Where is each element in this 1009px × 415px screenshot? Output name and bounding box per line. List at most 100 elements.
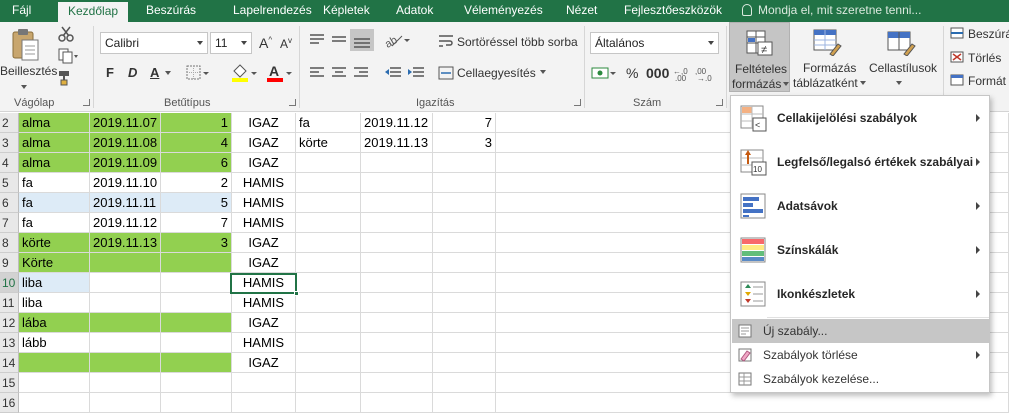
menu-item-highlight-cells-rules[interactable]: < Cellakijelölési szabályok: [732, 96, 990, 140]
cell-D6[interactable]: HAMIS: [232, 193, 296, 213]
cell-E2[interactable]: fa: [296, 113, 361, 133]
italic-button[interactable]: D: [128, 65, 137, 80]
cell-G4[interactable]: [433, 153, 496, 173]
cell-A16[interactable]: [19, 393, 90, 413]
cell-C14[interactable]: [161, 353, 232, 373]
cell-C6[interactable]: 5: [161, 193, 232, 213]
cell-C2[interactable]: 1: [161, 113, 232, 133]
font-color-icon[interactable]: A: [266, 63, 292, 83]
cell-C3[interactable]: 4: [161, 133, 232, 153]
cell-B11[interactable]: [90, 293, 161, 313]
wrap-text-button[interactable]: Sortöréssel több sorba: [457, 35, 578, 49]
row-header[interactable]: 11: [0, 293, 19, 313]
format-as-table-label-1[interactable]: Formázás: [803, 61, 856, 75]
cell-F7[interactable]: [361, 213, 433, 233]
cell-A13[interactable]: lább: [19, 333, 90, 353]
cell-D5[interactable]: HAMIS: [232, 173, 296, 193]
tab-file[interactable]: Fájl: [12, 0, 31, 22]
decrease-decimal-icon[interactable]: ,00 →,0: [695, 65, 715, 83]
cell-E15[interactable]: [296, 373, 361, 393]
row-header[interactable]: 8: [0, 233, 19, 253]
cell-B13[interactable]: [90, 333, 161, 353]
cell-G8[interactable]: [433, 233, 496, 253]
cell-G5[interactable]: [433, 173, 496, 193]
cell-D16[interactable]: [232, 393, 296, 413]
cell-D11[interactable]: HAMIS: [232, 293, 296, 313]
cell-E8[interactable]: [296, 233, 361, 253]
cell-D13[interactable]: HAMIS: [232, 333, 296, 353]
align-right-icon[interactable]: [353, 66, 369, 80]
cell-C8[interactable]: 3: [161, 233, 232, 253]
row-header[interactable]: 13: [0, 333, 19, 353]
row-header[interactable]: 12: [0, 313, 19, 333]
cell-A12[interactable]: lába: [19, 313, 90, 333]
format-cells-button[interactable]: Formát: [968, 74, 1006, 88]
tab-home[interactable]: Kezdőlap: [58, 0, 129, 22]
fill-color-icon[interactable]: [231, 63, 257, 83]
increase-font-icon[interactable]: A^: [259, 35, 272, 51]
font-name-combo[interactable]: Calibri: [100, 32, 208, 54]
cell-D2[interactable]: IGAZ: [232, 113, 296, 133]
cell-styles-dropdown-icon[interactable]: [894, 76, 902, 90]
cell-F14[interactable]: [361, 353, 433, 373]
cell-C4[interactable]: 6: [161, 153, 232, 173]
cell-C10[interactable]: [161, 273, 232, 293]
row-header[interactable]: 2: [0, 113, 19, 133]
number-launcher-icon[interactable]: [716, 99, 723, 106]
cell-E14[interactable]: [296, 353, 361, 373]
conditional-formatting-button[interactable]: ≠ Feltételes formázás: [729, 22, 790, 92]
row-header[interactable]: 10: [0, 273, 19, 293]
cell-G16[interactable]: [433, 393, 496, 413]
cell-F11[interactable]: [361, 293, 433, 313]
number-format-combo[interactable]: Általános: [590, 32, 719, 54]
format-painter-icon[interactable]: [58, 70, 74, 86]
cell-C7[interactable]: 7: [161, 213, 232, 233]
paste-dropdown-icon[interactable]: [19, 80, 27, 94]
cell-B3[interactable]: 2019.11.08: [90, 133, 161, 153]
cell-C13[interactable]: [161, 333, 232, 353]
cell-C11[interactable]: [161, 293, 232, 313]
insert-cells-button[interactable]: Beszúrá: [968, 27, 1009, 41]
tab-data[interactable]: Adatok: [396, 0, 433, 22]
cell-styles-icon[interactable]: [886, 28, 916, 57]
menu-item-clear-rules[interactable]: Szabályok törlése: [732, 343, 990, 367]
cell-C9[interactable]: [161, 253, 232, 273]
align-center-icon[interactable]: [331, 66, 347, 80]
cell-C15[interactable]: [161, 373, 232, 393]
cell-G13[interactable]: [433, 333, 496, 353]
cell-F9[interactable]: [361, 253, 433, 273]
tab-review[interactable]: Véleményezés: [464, 0, 543, 22]
increase-indent-icon[interactable]: [407, 66, 425, 80]
menu-item-new-rule[interactable]: Új szabály...: [732, 319, 990, 343]
tab-formulas[interactable]: Képletek: [323, 0, 370, 22]
percent-icon[interactable]: %: [626, 65, 638, 81]
underline-button[interactable]: A: [150, 65, 159, 80]
cell-F8[interactable]: [361, 233, 433, 253]
cell-F16[interactable]: [361, 393, 433, 413]
cell-E7[interactable]: [296, 213, 361, 233]
paste-button[interactable]: Beillesztés: [0, 64, 57, 78]
cell-G14[interactable]: [433, 353, 496, 373]
fill-handle[interactable]: [294, 291, 299, 296]
cell-F4[interactable]: [361, 153, 433, 173]
cell-D14[interactable]: IGAZ: [232, 353, 296, 373]
clipboard-launcher-icon[interactable]: [83, 99, 90, 106]
decrease-indent-icon[interactable]: [384, 66, 402, 80]
cell-E12[interactable]: [296, 313, 361, 333]
merge-cells-button[interactable]: Cellaegyesítés: [457, 66, 536, 80]
format-as-table-label-2[interactable]: táblázatként: [793, 76, 866, 90]
cell-E13[interactable]: [296, 333, 361, 353]
cell-F6[interactable]: [361, 193, 433, 213]
tell-me-search[interactable]: Mondja el, mit szeretne tenni...: [742, 0, 921, 22]
cell-A4[interactable]: alma: [19, 153, 90, 173]
cell-B9[interactable]: [90, 253, 161, 273]
underline-dropdown-icon[interactable]: [163, 66, 171, 80]
cell-A15[interactable]: [19, 373, 90, 393]
cell-A2[interactable]: alma: [19, 113, 90, 133]
align-bottom-icon[interactable]: [350, 29, 374, 51]
currency-icon[interactable]: [591, 65, 617, 81]
cell-A5[interactable]: fa: [19, 173, 90, 193]
increase-decimal-icon[interactable]: ←,0,00: [673, 65, 693, 83]
cell-D8[interactable]: IGAZ: [232, 233, 296, 253]
cell-B16[interactable]: [90, 393, 161, 413]
